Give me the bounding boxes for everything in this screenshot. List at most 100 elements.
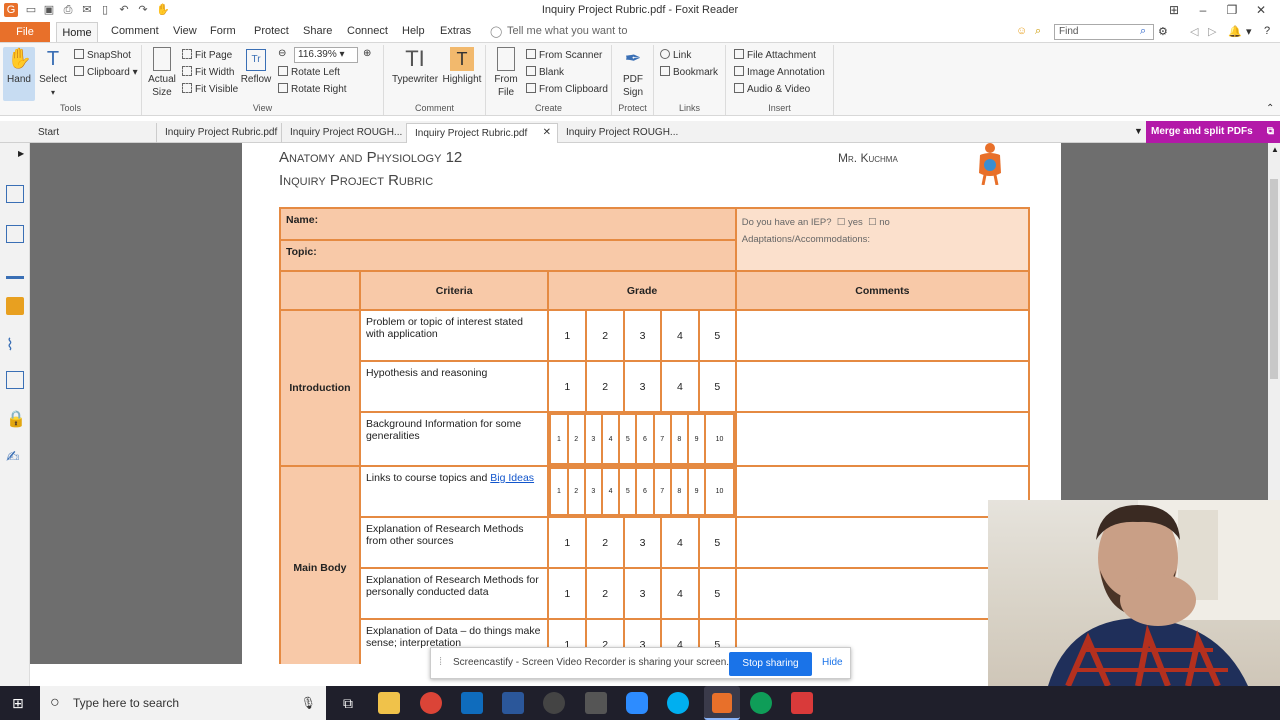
grade-option[interactable]: 1 [549, 413, 569, 465]
comment-cell[interactable] [734, 516, 1031, 569]
grade-option[interactable]: 5 [697, 567, 737, 620]
pages-icon[interactable] [6, 185, 24, 203]
file-menu[interactable]: File [0, 22, 50, 42]
search-icon[interactable]: ⌕ [1140, 25, 1146, 38]
grade-option[interactable]: 4 [659, 516, 700, 569]
grade-option[interactable]: 1 [547, 516, 588, 569]
menu-extras[interactable]: Extras [440, 25, 471, 37]
save-icon[interactable]: ▣ [42, 3, 56, 17]
forward-icon[interactable]: ▷ [1208, 25, 1216, 38]
task-view-icon[interactable]: ⧉ [337, 692, 359, 714]
bell-icon[interactable]: 🔔 [1228, 25, 1242, 38]
search-doc-icon[interactable]: ⌕ [1035, 25, 1041, 38]
stop-sharing-button[interactable]: Stop sharing [729, 652, 812, 676]
notification-icon[interactable]: ▾ [1246, 25, 1252, 38]
help-icon[interactable]: ? [1264, 25, 1270, 37]
topic-field[interactable]: Topic: [279, 239, 737, 272]
open-icon[interactable]: ▭ [24, 3, 38, 17]
zoom-in-icon[interactable]: ⊕ [363, 48, 371, 59]
screencastify-icon[interactable] [791, 692, 813, 714]
grade-option[interactable]: 3 [583, 467, 603, 516]
file-explorer-icon[interactable] [378, 692, 400, 714]
big-ideas-link[interactable]: Big Ideas [490, 472, 534, 484]
grade-option[interactable]: 4 [659, 567, 700, 620]
grade-option[interactable]: 2 [585, 516, 626, 569]
taskbar-search[interactable]: ○ Type here to search 🎙 [40, 686, 326, 720]
comment-cell[interactable] [734, 411, 1031, 467]
smiley-icon[interactable]: ☺ [1016, 25, 1027, 37]
calculator-icon[interactable] [585, 692, 607, 714]
typewriter-button[interactable]: TI Typewriter [390, 47, 440, 86]
grade-option[interactable]: 8 [669, 467, 689, 516]
comment-cell[interactable] [734, 309, 1031, 362]
new-icon[interactable]: ▯ [98, 3, 112, 17]
grade-option[interactable]: 9 [686, 413, 707, 465]
certificate-icon[interactable] [6, 371, 24, 389]
gear-icon[interactable]: ⚙ [1158, 25, 1168, 38]
undo-icon[interactable]: ↶ [117, 3, 131, 17]
grade-option[interactable]: 2 [585, 360, 626, 413]
close-icon[interactable]: ✕ [1251, 2, 1271, 18]
tell-me-box[interactable]: Tell me what you want to [507, 25, 627, 37]
merge-split-button[interactable]: Merge and split PDFs ⧉ [1146, 121, 1280, 143]
grade-option[interactable]: 5 [697, 360, 737, 413]
fit-width-button[interactable]: Fit Width [182, 66, 234, 78]
chrome-profile-icon[interactable] [750, 692, 772, 714]
menu-share[interactable]: Share [303, 25, 332, 37]
grade-option[interactable]: 2 [566, 413, 586, 465]
grade-option[interactable]: 4 [659, 360, 700, 413]
menu-home[interactable]: Home [56, 22, 98, 43]
menu-comment[interactable]: Comment [111, 25, 159, 37]
highlight-button[interactable]: T Highlight [442, 47, 482, 86]
windows-start-icon[interactable]: ⊞ [12, 696, 26, 710]
close-tab-icon[interactable]: ✕ [543, 127, 551, 138]
hand-tool-button[interactable]: ✋ Hand [3, 47, 35, 101]
reflow-button[interactable]: Tr Reflow [240, 49, 272, 86]
grade-option[interactable]: 1 [547, 567, 588, 620]
skype-icon[interactable] [667, 692, 689, 714]
sign-icon[interactable]: ✍ [6, 447, 24, 466]
menu-help[interactable]: Help [402, 25, 425, 37]
expand-panel-icon[interactable]: ▶ [18, 149, 24, 158]
iep-no-checkbox[interactable]: ☐ [868, 217, 877, 228]
grade-option[interactable]: 9 [686, 467, 707, 516]
back-icon[interactable]: ◁ [1190, 25, 1198, 38]
scroll-up-icon[interactable]: ▲ [1271, 145, 1279, 154]
image-annotation-button[interactable]: Image Annotation [734, 66, 825, 78]
grade-option[interactable]: 4 [659, 309, 700, 362]
clipboard-button[interactable]: Clipboard ▾ [74, 66, 138, 78]
hand-dropdown-icon[interactable]: ✋ [156, 3, 170, 17]
hide-button[interactable]: Hide [822, 657, 843, 668]
grade-option[interactable]: 5 [618, 413, 638, 465]
word-icon[interactable] [502, 692, 524, 714]
tab-document[interactable]: Inquiry Project Rubric.pdf [156, 123, 285, 143]
comment-cell[interactable] [734, 465, 1031, 518]
zoom-out-icon[interactable]: ⊖ [278, 48, 286, 59]
grade-option[interactable]: 3 [623, 567, 662, 620]
actual-size-button[interactable]: Actual Size [146, 47, 178, 99]
grade-option[interactable]: 10 [704, 413, 735, 465]
comment-cell[interactable] [734, 360, 1031, 413]
restore-icon[interactable]: ❐ [1222, 2, 1242, 18]
name-field[interactable]: Name: [279, 207, 737, 241]
chrome-icon[interactable] [420, 692, 442, 714]
pdf-sign-button[interactable]: ✒ PDF Sign [616, 47, 650, 99]
tab-document-active[interactable]: Inquiry Project Rubric.pdf ✕ [406, 123, 558, 143]
grade-option[interactable]: 3 [583, 413, 603, 465]
redo-icon[interactable]: ↷ [136, 3, 150, 17]
grade-option[interactable]: 7 [652, 413, 672, 465]
grade-option[interactable]: 8 [669, 413, 689, 465]
fit-visible-button[interactable]: Fit Visible [182, 83, 238, 95]
menu-connect[interactable]: Connect [347, 25, 388, 37]
grade-option[interactable]: 4 [600, 413, 621, 465]
grade-option[interactable]: 1 [549, 467, 569, 516]
menu-protect[interactable]: Protect [254, 25, 289, 37]
iep-yes-checkbox[interactable]: ☐ [837, 217, 846, 228]
select-tool-button[interactable]: T Select ▾ [38, 47, 68, 99]
scroll-thumb[interactable] [1270, 179, 1278, 379]
grade-option[interactable]: 2 [585, 567, 626, 620]
xbox-icon[interactable] [543, 692, 565, 714]
comment-cell[interactable] [734, 567, 1031, 620]
bookmark-button[interactable]: Bookmark [660, 66, 718, 78]
lock-icon[interactable]: 🔒 [6, 409, 26, 428]
